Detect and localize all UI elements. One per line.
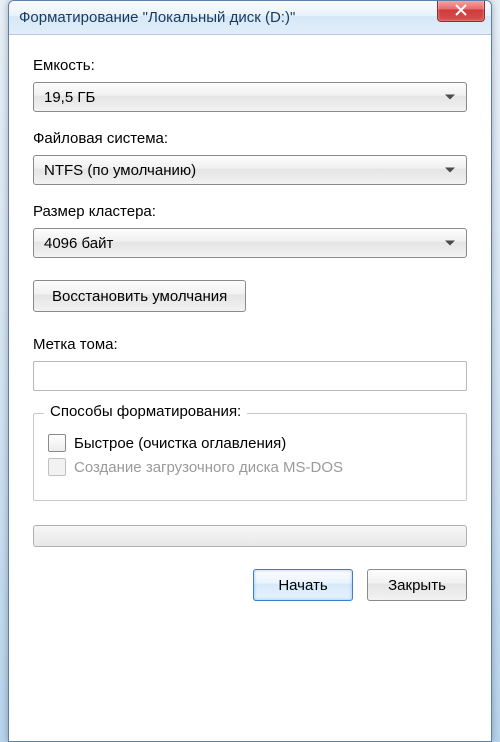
cluster-value: 4096 байт [44, 235, 113, 252]
window-title: Форматирование "Локальный диск (D:)" [19, 9, 295, 26]
format-dialog: Форматирование "Локальный диск (D:)" Емк… [8, 0, 492, 742]
close-dialog-button[interactable]: Закрыть [367, 569, 467, 601]
restore-defaults-label: Восстановить умолчания [52, 288, 227, 305]
filesystem-select[interactable]: NTFS (по умолчанию) [33, 155, 467, 185]
start-button-label: Начать [278, 577, 327, 594]
format-options-fieldset: Способы форматирования: Быстрое (очистка… [33, 413, 467, 501]
dialog-content: Емкость: 19,5 ГБ Файловая система: NTFS … [9, 35, 491, 617]
close-button[interactable] [437, 0, 485, 22]
restore-defaults-button[interactable]: Восстановить умолчания [33, 280, 246, 312]
filesystem-value: NTFS (по умолчанию) [44, 162, 196, 179]
titlebar[interactable]: Форматирование "Локальный диск (D:)" [9, 1, 491, 35]
msdos-boot-checkbox [48, 458, 66, 476]
chevron-down-icon [444, 89, 456, 106]
dialog-footer: Начать Закрыть [33, 569, 467, 601]
quick-format-label: Быстрое (очистка оглавления) [74, 435, 286, 452]
capacity-value: 19,5 ГБ [44, 89, 95, 106]
volume-label-input[interactable] [33, 361, 467, 391]
cluster-label: Размер кластера: [33, 203, 467, 220]
close-icon [455, 3, 467, 19]
chevron-down-icon [444, 162, 456, 179]
capacity-label: Емкость: [33, 57, 467, 74]
progress-bar [33, 525, 467, 547]
start-button[interactable]: Начать [253, 569, 353, 601]
filesystem-label: Файловая система: [33, 130, 467, 147]
quick-format-checkbox[interactable] [48, 434, 66, 452]
cluster-select[interactable]: 4096 байт [33, 228, 467, 258]
capacity-select[interactable]: 19,5 ГБ [33, 82, 467, 112]
volume-label-label: Метка тома: [33, 336, 467, 353]
msdos-boot-label: Создание загрузочного диска MS-DOS [74, 459, 343, 476]
format-options-legend: Способы форматирования: [44, 403, 247, 420]
close-dialog-label: Закрыть [388, 577, 446, 594]
chevron-down-icon [444, 235, 456, 252]
